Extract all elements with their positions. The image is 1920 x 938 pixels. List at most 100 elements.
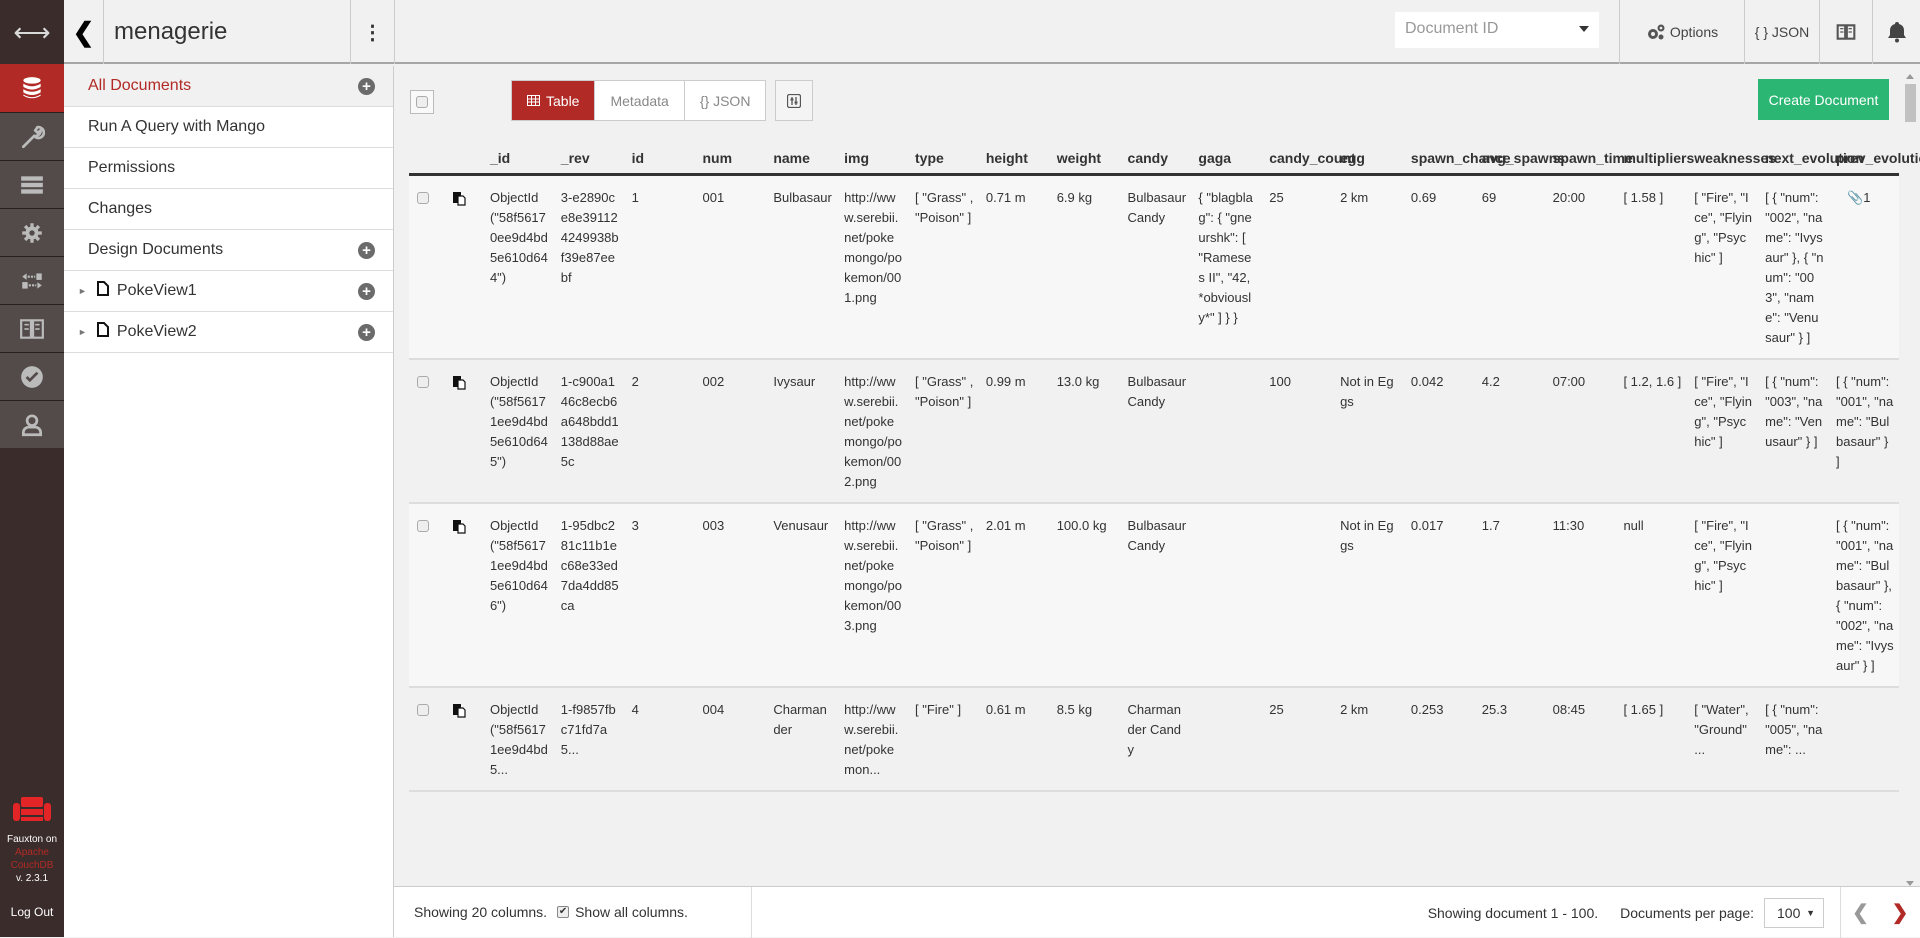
logout-link[interactable]: Log Out — [0, 905, 64, 919]
sidebar-item-mango-query[interactable]: Run A Query with Mango — [64, 107, 393, 148]
nav-user[interactable] — [0, 400, 64, 448]
column-header-next-evolution[interactable]: next_evolution — [1757, 144, 1864, 176]
cell-weaknesses: [ "Fire", "Ice", "Flying", "Psychic" ] — [1694, 189, 1752, 265]
notifications-button[interactable] — [1872, 0, 1920, 64]
sidebar-item-permissions[interactable]: Permissions — [64, 148, 393, 189]
sidebar-item-pokeview2[interactable]: ► PokeView2 + — [64, 312, 393, 353]
document-icon — [96, 281, 109, 301]
cell-height: 0.71 m — [985, 189, 1026, 205]
cell-candy-count: 100 — [1269, 373, 1291, 389]
expand-triangle-icon[interactable]: ► — [78, 327, 87, 337]
copy-clipboard-icon[interactable] — [452, 191, 466, 209]
create-document-button[interactable]: Create Document — [1758, 79, 1889, 120]
cell-egg: 2 km — [1340, 189, 1369, 205]
copy-clipboard-icon[interactable] — [452, 519, 466, 537]
row-checkbox[interactable] — [417, 375, 429, 388]
column-header-num[interactable]: num — [694, 144, 766, 176]
cell-weaknesses: [ "Fire", "Ice", "Flying", "Psychic" ] — [1694, 373, 1752, 449]
database-menu-button[interactable]: ⋮ — [350, 0, 395, 64]
json-label: { } JSON — [1754, 24, 1810, 40]
table-row[interactable]: ObjectId("58f56171ee9d4bd5e610d645") 1-c9… — [409, 358, 1899, 503]
replication-icon — [22, 272, 42, 289]
column-header-id[interactable]: _id — [481, 144, 553, 176]
nav-rail: ⟷ Fauxton on Apache CouchDB v. 2.3.1 Log… — [0, 0, 64, 937]
column-header-candy-count[interactable]: candy_count — [1261, 144, 1356, 176]
column-header-name[interactable]: name — [765, 144, 837, 176]
table-body: ObjectId("58f56170ee9d4bd5e610d644") 3-e2… — [409, 174, 1899, 791]
book-icon — [1836, 24, 1856, 40]
column-header-type[interactable]: type — [907, 144, 978, 176]
column-header-weight[interactable]: weight — [1048, 144, 1120, 176]
add-design-doc-icon[interactable]: + — [358, 242, 375, 259]
nav-databases[interactable] — [0, 64, 64, 112]
sidebar-item-design-documents[interactable]: Design Documents + — [64, 230, 393, 271]
vertical-scrollbar[interactable] — [1904, 70, 1916, 886]
column-header-multipliers[interactable]: multipliers — [1615, 144, 1694, 176]
columns-count-text: Showing 20 columns. — [414, 904, 548, 920]
options-button[interactable]: Options — [1619, 0, 1744, 64]
user-icon — [21, 413, 43, 436]
tab-metadata[interactable]: Metadata — [595, 81, 685, 120]
add-view-icon[interactable]: + — [358, 324, 375, 341]
column-header-spawn-chance[interactable]: spawn_chance — [1402, 144, 1511, 176]
column-settings-button[interactable] — [775, 80, 813, 121]
copy-clipboard-icon[interactable] — [452, 375, 466, 393]
select-all-checkbox[interactable] — [410, 90, 434, 114]
row-select-cell — [409, 687, 445, 791]
tab-table[interactable]: Table — [512, 81, 596, 120]
next-page-button[interactable]: ❯ — [1880, 887, 1920, 938]
add-document-icon[interactable]: + — [358, 78, 375, 95]
table-row[interactable]: ObjectId("58f56170ee9d4bd5e610d644") 3-e2… — [409, 174, 1899, 359]
nav-replication[interactable] — [0, 256, 64, 304]
nav-documentation[interactable] — [0, 304, 64, 352]
sidebar-item-pokeview1[interactable]: ► PokeView1 + — [64, 271, 393, 312]
tab-json[interactable]: {} JSON — [685, 81, 766, 120]
row-checkbox[interactable] — [417, 519, 429, 532]
nav-setup[interactable] — [0, 112, 64, 160]
column-header-candy[interactable]: candy — [1119, 144, 1191, 176]
row-select-cell — [409, 359, 445, 503]
back-button[interactable]: ❮ — [64, 0, 104, 64]
cell-egg: Not in Eggs — [1340, 517, 1394, 553]
per-page-select[interactable]: 100 ▼ — [1764, 897, 1824, 928]
previous-page-button[interactable]: ❮ — [1840, 887, 1880, 938]
column-header-id[interactable]: id — [623, 144, 695, 176]
column-header-weaknesses[interactable]: weaknesses — [1686, 144, 1776, 176]
column-header-img[interactable]: img — [836, 144, 908, 176]
expand-triangle-icon[interactable]: ► — [78, 286, 87, 296]
cell-rev: 1-f9857fbc71fd7a5... — [560, 701, 616, 757]
attachment-badge[interactable]: 📎1 — [1847, 190, 1870, 205]
show-all-columns-checkbox[interactable]: ✔ — [557, 906, 570, 918]
cell-next-evolution — [1757, 503, 1828, 687]
column-header-prev-evolution[interactable]: prev_evolution — [1827, 144, 1920, 176]
cell-height: 0.99 m — [985, 373, 1026, 389]
gear-icon — [22, 222, 42, 243]
table-row[interactable]: ObjectId("58f56171ee9d4bd5... 1-f9857fbc7… — [409, 686, 1899, 791]
sidebar-item-all-documents[interactable]: All Documents + — [64, 66, 393, 107]
paperclip-icon: 📎 — [1847, 189, 1864, 205]
json-api-button[interactable]: { } JSON — [1744, 0, 1819, 64]
sidebar-item-changes[interactable]: Changes — [64, 189, 393, 230]
copy-clipboard-icon[interactable] — [452, 703, 466, 721]
cell-img: http://www.serebii.net/pokemongo/pokemon… — [844, 189, 902, 305]
nav-active-tasks[interactable] — [0, 160, 64, 208]
document-id-input[interactable]: Document ID — [1395, 12, 1599, 48]
column-header-egg[interactable]: egg — [1332, 144, 1403, 176]
row-checkbox[interactable] — [417, 703, 429, 716]
row-checkbox[interactable] — [417, 191, 429, 204]
nav-config[interactable] — [0, 208, 64, 256]
column-header-gaga[interactable]: gaga — [1190, 144, 1262, 176]
column-header-spawn-time[interactable]: spawn_time — [1544, 144, 1633, 176]
nav-verify[interactable] — [0, 352, 64, 400]
show-all-columns-label[interactable]: Show all columns. — [575, 904, 688, 920]
expand-nav-button[interactable]: ⟷ — [0, 0, 64, 64]
table-row[interactable]: ObjectId("58f56171ee9d4bd5e610d646") 1-95… — [409, 502, 1899, 687]
column-header-rev[interactable]: _rev — [552, 144, 624, 176]
cell-num: 003 — [702, 517, 725, 533]
cell-img: http://www.serebii.net/pokemongo/pokemon… — [844, 517, 902, 633]
docs-button[interactable] — [1819, 0, 1872, 64]
add-view-icon[interactable]: + — [358, 283, 375, 300]
column-header-height[interactable]: height — [977, 144, 1049, 176]
column-header-avg-spawns[interactable]: avg_spawns — [1473, 144, 1565, 176]
cell-id: 2 — [631, 373, 639, 389]
